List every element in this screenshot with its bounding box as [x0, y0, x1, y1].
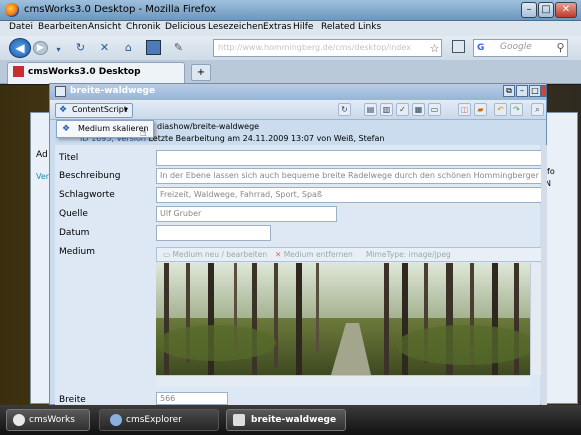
document-icon[interactable]: ▭ — [428, 103, 441, 116]
cmsworks-tab-icon — [13, 66, 24, 77]
dialog-maximize-button[interactable]: □ — [529, 85, 541, 97]
menu-ansicht[interactable]: Ansicht — [88, 22, 121, 32]
star-bookmark-icon[interactable]: ☆ — [427, 41, 442, 56]
minimize-button[interactable]: – — [521, 2, 537, 18]
menu-item-medium-skalieren[interactable]: Medium skalieren — [78, 124, 149, 133]
titel-label: Titel — [59, 153, 79, 163]
schlagworte-field[interactable]: Freizeit, Waldwege, Fahrrad, Sport, Spaß — [156, 187, 543, 203]
schlagworte-label: Schlagworte — [59, 190, 115, 200]
menu-hilfe[interactable]: Hilfe — [293, 22, 313, 32]
titel-field[interactable] — [156, 150, 543, 166]
reload-icon[interactable]: ↻ — [73, 40, 88, 55]
tag-icon[interactable]: ✎ — [171, 40, 186, 55]
footprint-icon: ❖ — [59, 105, 68, 115]
publish-icon[interactable]: ▦ — [412, 103, 425, 116]
dialog-minimize-button[interactable]: – — [516, 85, 528, 97]
menu-lesezeichen[interactable]: Lesezeichen — [208, 22, 263, 32]
menu-delicious[interactable]: Delicious — [165, 22, 206, 32]
medium-new-edit-label: Medium neu / bearbeiten — [172, 250, 268, 259]
forest-path-image — [156, 263, 530, 375]
quelle-field[interactable]: Ulf Gruber — [156, 206, 337, 222]
cmsworks-icon — [13, 414, 25, 426]
datum-field[interactable] — [156, 225, 271, 241]
medium-remove-button[interactable]: ✕ Medium entfernen — [275, 250, 353, 259]
firefox-icon — [5, 3, 19, 17]
back-button[interactable]: ◀ — [9, 38, 31, 58]
bg-label-ver: Ver — [36, 172, 50, 181]
home-icon[interactable]: ⌂ — [121, 40, 136, 55]
dialog-restore-button[interactable]: ⧉ — [503, 85, 515, 97]
forward-button[interactable]: ▶ — [33, 41, 48, 55]
close-window-button[interactable]: ✕ — [555, 2, 577, 18]
tab-label: cmsWorks3.0 Desktop — [28, 67, 141, 77]
remove-icon: ✕ — [275, 250, 282, 259]
menu-bar: Datei Bearbeiten Ansicht Chronik Delicio… — [0, 21, 581, 36]
quelle-label: Quelle — [59, 209, 88, 219]
refresh-icon[interactable]: ↻ — [338, 103, 351, 116]
bookmark-icon[interactable] — [146, 40, 161, 55]
folder-icon[interactable]: ▰ — [474, 103, 487, 116]
approve-icon[interactable]: ✓ — [396, 103, 409, 116]
explorer-icon — [110, 414, 122, 426]
window-icon[interactable] — [452, 40, 465, 53]
datum-label: Datum — [59, 228, 90, 238]
history-dropdown-icon[interactable]: ▾ — [51, 42, 66, 57]
undo-icon[interactable]: ↶ — [494, 103, 507, 116]
medium-label: Medium — [59, 247, 95, 257]
save-icon[interactable]: ▤ — [364, 103, 377, 116]
window-title: cmsWorks3.0 Desktop - Mozilla Firefox — [24, 4, 217, 15]
bg-label-ad: Ad — [36, 150, 48, 160]
bg-label-right-1: fo — [547, 167, 555, 176]
dialog-scrollbar[interactable] — [541, 145, 547, 405]
last-edit: Letzte Bearbeitung am 24.11.2009 13:07 v… — [148, 134, 385, 143]
menu-chronik[interactable]: Chronik — [126, 22, 160, 32]
chevron-down-icon: ▾ — [124, 105, 129, 114]
medium-new-edit-button[interactable]: ▭ Medium neu / bearbeiten — [163, 250, 267, 259]
contentscript-label: ContentScript — [72, 105, 128, 114]
image-horizontal-scrollbar[interactable] — [156, 375, 530, 386]
menu-datei[interactable]: Datei — [9, 22, 33, 32]
breite-field[interactable]: 566 — [156, 392, 228, 405]
stop-icon[interactable]: ✕ — [97, 40, 112, 55]
menu-bearbeiten[interactable]: Bearbeiten — [38, 22, 87, 32]
breite-label: Breite — [59, 395, 86, 405]
footprint-icon: ❖ — [62, 124, 71, 134]
url-bar[interactable]: http://www.hommingberg.de/cms/desktop/in… — [213, 39, 442, 57]
document-icon — [233, 414, 245, 426]
new-tab-button[interactable]: + — [191, 64, 211, 81]
menu-related-links[interactable]: Related Links — [321, 22, 381, 32]
dialog-icon — [55, 86, 66, 97]
save-as-icon[interactable]: ▥ — [380, 103, 393, 116]
preview-icon[interactable]: ⌕ — [531, 103, 544, 116]
medium-remove-label: Medium entfernen — [283, 250, 353, 259]
dialog-close-button[interactable] — [541, 85, 547, 97]
copy-icon[interactable]: ◫ — [458, 103, 471, 116]
redo-icon[interactable]: ↷ — [510, 103, 523, 116]
maximize-button[interactable]: □ — [538, 2, 554, 18]
menu-extras[interactable]: Extras — [263, 22, 291, 32]
beschreibung-label: Beschreibung — [59, 171, 121, 181]
hand-cursor-icon: ☝ — [140, 126, 147, 139]
document-path[interactable]: diashow/breite-waldwege — [157, 122, 259, 131]
google-icon: G — [477, 43, 485, 53]
search-icon[interactable]: ⚲ — [553, 40, 568, 55]
dialog-title: breite-waldwege — [70, 86, 156, 96]
search-placeholder: Google — [500, 42, 532, 52]
beschreibung-field[interactable]: In der Ebene lassen sich auch bequeme br… — [156, 168, 543, 184]
mimetype-label: MimeType: image/jpeg — [366, 250, 451, 259]
